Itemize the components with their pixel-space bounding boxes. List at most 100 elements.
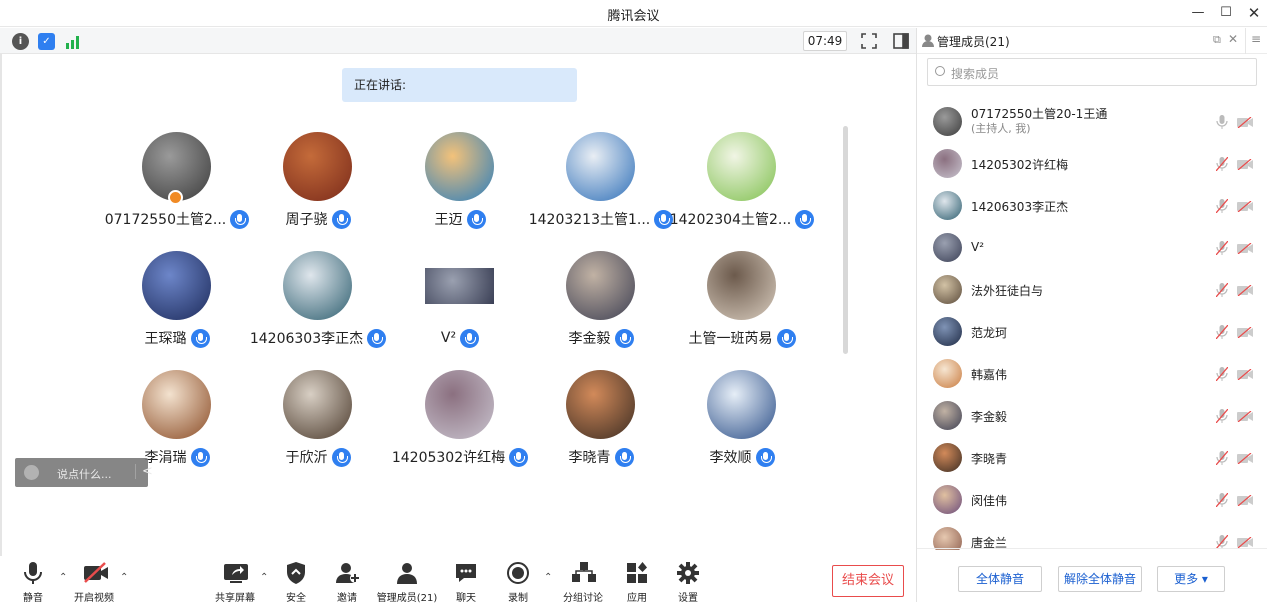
member-row[interactable]: 唐金兰 bbox=[917, 520, 1267, 550]
participant-name-text: 14202304土管2... bbox=[669, 212, 792, 228]
mic-muted-icon[interactable] bbox=[1216, 493, 1228, 507]
mic-muted-icon[interactable] bbox=[1216, 325, 1228, 339]
member-name: 李金毅 bbox=[971, 410, 1008, 424]
member-avatar bbox=[933, 401, 962, 430]
participant-tile[interactable]: 14206303李正杰 bbox=[248, 251, 388, 361]
mic-icon[interactable] bbox=[1216, 115, 1228, 129]
camera-off-icon[interactable] bbox=[1237, 285, 1253, 296]
camera-off-icon[interactable] bbox=[1237, 369, 1253, 380]
mic-muted-icon[interactable] bbox=[1216, 451, 1228, 465]
mic-muted-icon[interactable] bbox=[1216, 157, 1228, 171]
participant-tile[interactable]: 14205302许红梅 bbox=[390, 370, 530, 480]
member-row[interactable]: 韩嘉伟 bbox=[917, 352, 1267, 394]
chat-button[interactable]: 聊天 bbox=[453, 562, 479, 604]
maximize-icon[interactable]: ☐ bbox=[1216, 4, 1236, 22]
member-search-input[interactable]: 搜索成员 bbox=[927, 58, 1257, 86]
apps-button[interactable]: 应用 bbox=[624, 562, 650, 604]
chevron-up-icon[interactable]: ⌃ bbox=[59, 572, 67, 583]
participant-tile[interactable]: 07172550土管2... bbox=[104, 132, 250, 242]
member-row[interactable]: 14206303李正杰 bbox=[917, 184, 1267, 226]
participant-tile[interactable]: 土管一班芮易 bbox=[672, 251, 812, 361]
chevron-up-icon[interactable]: ⌃ bbox=[260, 572, 268, 583]
member-row[interactable]: 法外狂徒白与 bbox=[917, 268, 1267, 310]
mic-muted-icon[interactable] bbox=[1216, 367, 1228, 381]
participant-name: 于欣沂 bbox=[238, 446, 398, 468]
mic-muted-icon[interactable] bbox=[1216, 241, 1228, 255]
end-meeting-button[interactable]: 结束会议 bbox=[832, 565, 904, 597]
participant-tile[interactable]: 王迈 bbox=[390, 132, 530, 242]
participant-avatar bbox=[283, 251, 352, 320]
chevron-up-icon[interactable]: ⌃ bbox=[120, 572, 128, 583]
shield-icon[interactable]: ✓ bbox=[38, 33, 55, 50]
mute-button[interactable]: 静音 bbox=[18, 562, 48, 604]
camera-off-icon[interactable] bbox=[1237, 117, 1253, 128]
participant-tile[interactable]: 14203213土管1... bbox=[529, 132, 674, 242]
camera-off-icon[interactable] bbox=[1237, 243, 1253, 254]
camera-off-icon[interactable] bbox=[1237, 495, 1253, 506]
mic-muted-icon[interactable] bbox=[1216, 283, 1228, 297]
manage-members-button[interactable]: 管理成员(21) bbox=[376, 562, 438, 604]
camera-off-icon[interactable] bbox=[1237, 159, 1253, 170]
emoji-icon[interactable] bbox=[24, 465, 39, 480]
participant-tile[interactable]: 李晓青 bbox=[531, 370, 671, 480]
camera-off-icon[interactable] bbox=[1237, 411, 1253, 422]
apps-grid-icon bbox=[626, 562, 648, 584]
member-row[interactable]: 李金毅 bbox=[917, 394, 1267, 436]
camera-off-icon[interactable] bbox=[1237, 453, 1253, 464]
fullscreen-icon[interactable] bbox=[860, 32, 878, 50]
breakout-button[interactable]: 分组讨论 bbox=[561, 562, 605, 604]
popout-icon[interactable]: ⧉ bbox=[1213, 33, 1221, 47]
close-icon[interactable]: ✕ bbox=[1244, 4, 1264, 22]
participant-tile[interactable]: 李金毅 bbox=[531, 251, 671, 361]
member-avatar bbox=[933, 191, 962, 220]
member-row[interactable]: 闵佳伟 bbox=[917, 478, 1267, 520]
member-name: 法外狂徒白与 bbox=[971, 284, 1044, 298]
participant-avatar bbox=[707, 132, 776, 201]
collapse-icon[interactable]: < bbox=[135, 464, 153, 479]
more-button[interactable]: 更多 ▾ bbox=[1157, 566, 1225, 592]
mic-muted-icon[interactable] bbox=[1216, 199, 1228, 213]
member-row[interactable]: 07172550土管20-1王通 (主持人, 我) bbox=[917, 100, 1267, 142]
participant-tile[interactable]: 于欣沂 bbox=[248, 370, 388, 480]
menu-icon[interactable]: ≡ bbox=[1251, 32, 1261, 46]
close-panel-icon[interactable]: ✕ bbox=[1228, 32, 1238, 46]
invite-button[interactable]: 邀请 bbox=[334, 562, 360, 604]
record-button[interactable]: 录制 bbox=[505, 562, 531, 604]
participant-tile[interactable]: 14202304土管2... bbox=[669, 132, 815, 242]
member-row[interactable]: 李晓青 bbox=[917, 436, 1267, 478]
mic-status-icon bbox=[795, 209, 815, 229]
participant-avatar bbox=[566, 251, 635, 320]
minimize-icon[interactable]: — bbox=[1188, 4, 1208, 22]
mic-muted-icon[interactable] bbox=[1216, 409, 1228, 423]
participant-tile[interactable]: 王琛璐 bbox=[107, 251, 247, 361]
share-screen-button[interactable]: 共享屏幕 bbox=[213, 562, 257, 604]
member-row[interactable]: 14205302许红梅 bbox=[917, 142, 1267, 184]
start-video-button[interactable]: 开启视频 bbox=[72, 562, 116, 604]
participant-name-text: 李金毅 bbox=[568, 331, 611, 347]
unmute-all-button[interactable]: 解除全体静音 bbox=[1058, 566, 1142, 592]
member-row[interactable]: 范龙珂 bbox=[917, 310, 1267, 352]
camera-off-icon[interactable] bbox=[1237, 201, 1253, 212]
participant-avatar bbox=[707, 370, 776, 439]
camera-off-icon[interactable] bbox=[1237, 327, 1253, 338]
participant-name: 王迈 bbox=[380, 208, 540, 230]
member-row[interactable]: V² bbox=[917, 226, 1267, 268]
participant-name-text: 07172550土管2... bbox=[104, 212, 227, 228]
chat-input-bar[interactable]: 说点什么... < bbox=[15, 458, 153, 487]
participant-avatar bbox=[425, 370, 494, 439]
participant-tile[interactable]: 李效顺 bbox=[672, 370, 812, 480]
gallery-scrollbar[interactable] bbox=[843, 126, 848, 354]
chevron-up-icon[interactable]: ⌃ bbox=[544, 572, 552, 583]
sidebar-toggle-icon[interactable] bbox=[892, 32, 910, 50]
signal-icon[interactable] bbox=[64, 33, 81, 50]
info-icon[interactable]: i bbox=[12, 33, 29, 50]
camera-off-icon[interactable] bbox=[1237, 537, 1253, 548]
members-panel-header: 管理成员(21) ⧉ ✕ ≡ bbox=[917, 28, 1267, 54]
member-avatar bbox=[933, 107, 962, 136]
mic-muted-icon[interactable] bbox=[1216, 535, 1228, 549]
security-button[interactable]: 安全 bbox=[283, 562, 309, 604]
mute-all-button[interactable]: 全体静音 bbox=[958, 566, 1042, 592]
participant-tile[interactable]: V² bbox=[390, 251, 530, 361]
settings-button[interactable]: 设置 bbox=[675, 562, 701, 604]
participant-tile[interactable]: 周子骁 bbox=[248, 132, 388, 242]
